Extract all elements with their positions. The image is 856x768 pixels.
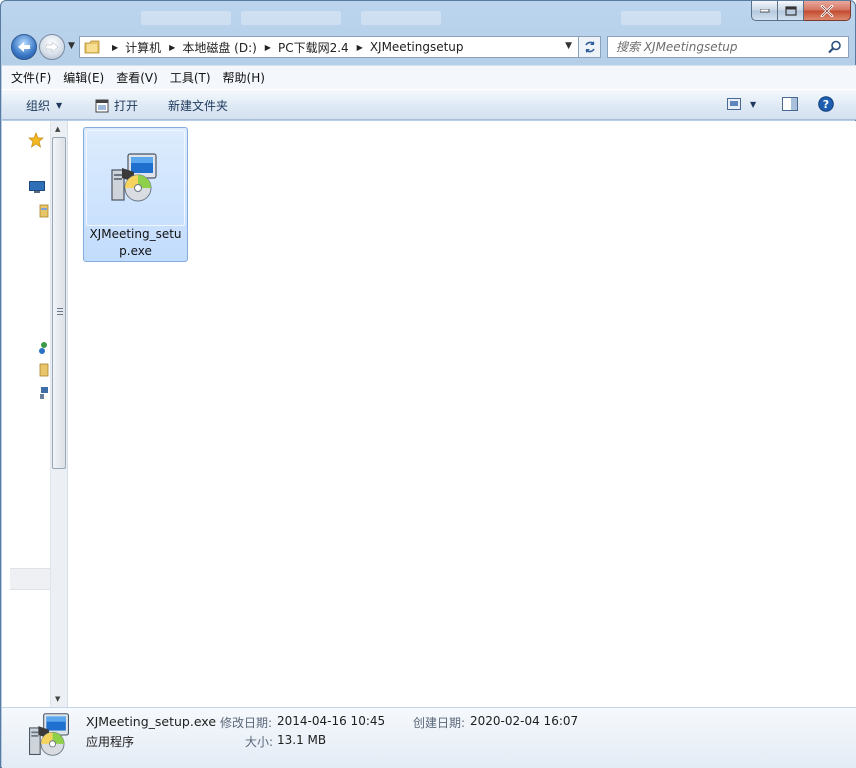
breadcrumb-separator[interactable]: ▶ xyxy=(265,43,271,52)
navigation-pane[interactable]: ▲ ▼ xyxy=(2,121,68,707)
title-ghost xyxy=(621,11,721,25)
explorer-window: ▼ ▶ 计算机 ▶ 本地磁盘 (D:) ▶ PC下载网2.4 ▶ XJMeeti… xyxy=(0,0,856,768)
navigation-row: ▼ ▶ 计算机 ▶ 本地磁盘 (D:) ▶ PC下载网2.4 ▶ XJMeeti… xyxy=(7,31,851,63)
details-pane: XJMeeting_setup.exe 应用程序 修改日期: 2014-04-1… xyxy=(2,707,856,768)
title-ghost xyxy=(141,11,231,25)
svg-text:?: ? xyxy=(823,98,829,111)
network-icon[interactable] xyxy=(39,386,49,400)
file-item[interactable]: XJMeeting_setup.exe xyxy=(83,127,188,262)
homegroup-icon[interactable] xyxy=(39,341,49,355)
breadcrumb-drive[interactable]: 本地磁盘 (D:) xyxy=(182,39,256,56)
breadcrumb-computer[interactable]: 计算机 xyxy=(125,39,161,56)
window-app-icon xyxy=(95,99,109,112)
favorites-star-icon[interactable] xyxy=(28,132,44,148)
details-created-value: 2020-02-04 16:07 xyxy=(470,714,579,728)
menu-help[interactable]: 帮助(H) xyxy=(217,69,271,86)
menu-edit[interactable]: 编辑(E) xyxy=(57,69,110,86)
command-bar: 组织 ▼ 打开 新建文件夹 ▼ ? xyxy=(2,89,856,120)
preview-pane-button[interactable] xyxy=(782,97,798,111)
address-history-dropdown[interactable]: ▼ xyxy=(565,41,572,51)
file-list-pane[interactable]: XJMeeting_setup.exe xyxy=(68,121,856,707)
refresh-button[interactable] xyxy=(579,36,601,58)
folder-icon xyxy=(84,40,100,54)
chevron-down-icon: ▼ xyxy=(750,99,757,109)
nav-pane-section-divider xyxy=(10,568,50,590)
minimize-icon xyxy=(759,8,769,12)
scrollbar-grip-icon xyxy=(57,308,63,315)
title-ghost xyxy=(361,11,441,25)
open-button[interactable]: 打开 xyxy=(95,97,138,114)
search-input[interactable] xyxy=(616,40,816,54)
menu-tools[interactable]: 工具(T) xyxy=(164,69,217,86)
details-size-value: 13.1 MB xyxy=(277,733,327,747)
view-icon xyxy=(727,98,741,110)
new-folder-label: 新建文件夹 xyxy=(168,99,229,113)
close-button[interactable] xyxy=(804,1,851,21)
details-modified-label: 修改日期: xyxy=(220,716,273,730)
maximize-icon xyxy=(784,5,797,16)
preview-pane-icon xyxy=(782,97,798,111)
breadcrumb: ▶ 计算机 ▶ 本地磁盘 (D:) ▶ PC下载网2.4 ▶ XJMeeting… xyxy=(104,37,464,57)
maximize-button[interactable] xyxy=(778,1,804,21)
file-name-label: XJMeeting_setup.exe xyxy=(89,227,182,258)
title-ghost xyxy=(241,11,341,25)
library-icon[interactable] xyxy=(39,204,49,218)
close-icon xyxy=(820,4,834,17)
installer-icon xyxy=(111,153,157,202)
breadcrumb-separator[interactable]: ▶ xyxy=(169,43,175,52)
minimize-button[interactable] xyxy=(751,1,778,21)
installer-icon xyxy=(29,713,69,756)
search-box[interactable] xyxy=(607,36,849,58)
breadcrumb-folder[interactable]: PC下载网2.4 xyxy=(278,39,349,56)
computer-folder-icon[interactable] xyxy=(39,363,49,377)
new-folder-button[interactable]: 新建文件夹 xyxy=(168,97,228,114)
open-label: 打开 xyxy=(114,99,139,113)
details-created-label: 创建日期: xyxy=(413,716,466,730)
details-file-type: 应用程序 xyxy=(86,735,135,749)
nav-pane-scrollbar[interactable]: ▲ ▼ xyxy=(50,121,67,707)
breadcrumb-separator[interactable]: ▶ xyxy=(357,43,363,52)
organize-label: 组织 xyxy=(26,99,51,113)
details-modified-value: 2014-04-16 10:45 xyxy=(277,714,386,728)
desktop-icon[interactable] xyxy=(29,181,45,193)
organize-button[interactable]: 组织 ▼ xyxy=(26,97,62,114)
help-button[interactable]: ? xyxy=(818,96,834,112)
change-view-button[interactable]: ▼ xyxy=(727,98,756,110)
search-icon[interactable] xyxy=(828,40,842,54)
refresh-icon xyxy=(584,41,595,53)
arrow-right-icon xyxy=(45,41,59,53)
scroll-down-arrow[interactable]: ▼ xyxy=(55,695,60,703)
menu-bar: 文件(F) 编辑(E) 查看(V) 工具(T) 帮助(H) xyxy=(2,65,856,89)
recent-pages-dropdown[interactable]: ▼ xyxy=(68,41,75,51)
scroll-up-arrow[interactable]: ▲ xyxy=(55,125,60,133)
back-button[interactable] xyxy=(11,34,37,60)
title-bar[interactable] xyxy=(1,1,855,31)
help-icon: ? xyxy=(818,96,834,112)
menu-view[interactable]: 查看(V) xyxy=(110,69,164,86)
breadcrumb-separator[interactable]: ▶ xyxy=(112,43,118,52)
address-bar[interactable]: ▶ 计算机 ▶ 本地磁盘 (D:) ▶ PC下载网2.4 ▶ XJMeeting… xyxy=(79,36,579,58)
details-size-label: 大小: xyxy=(245,735,274,749)
menu-file[interactable]: 文件(F) xyxy=(5,69,57,86)
details-file-name: XJMeeting_setup.exe xyxy=(86,714,217,729)
chevron-down-icon: ▼ xyxy=(56,101,63,110)
arrow-left-icon xyxy=(18,42,30,52)
scrollbar-thumb[interactable] xyxy=(52,137,66,469)
forward-button[interactable] xyxy=(39,34,65,60)
breadcrumb-current[interactable]: XJMeetingsetup xyxy=(370,40,464,54)
